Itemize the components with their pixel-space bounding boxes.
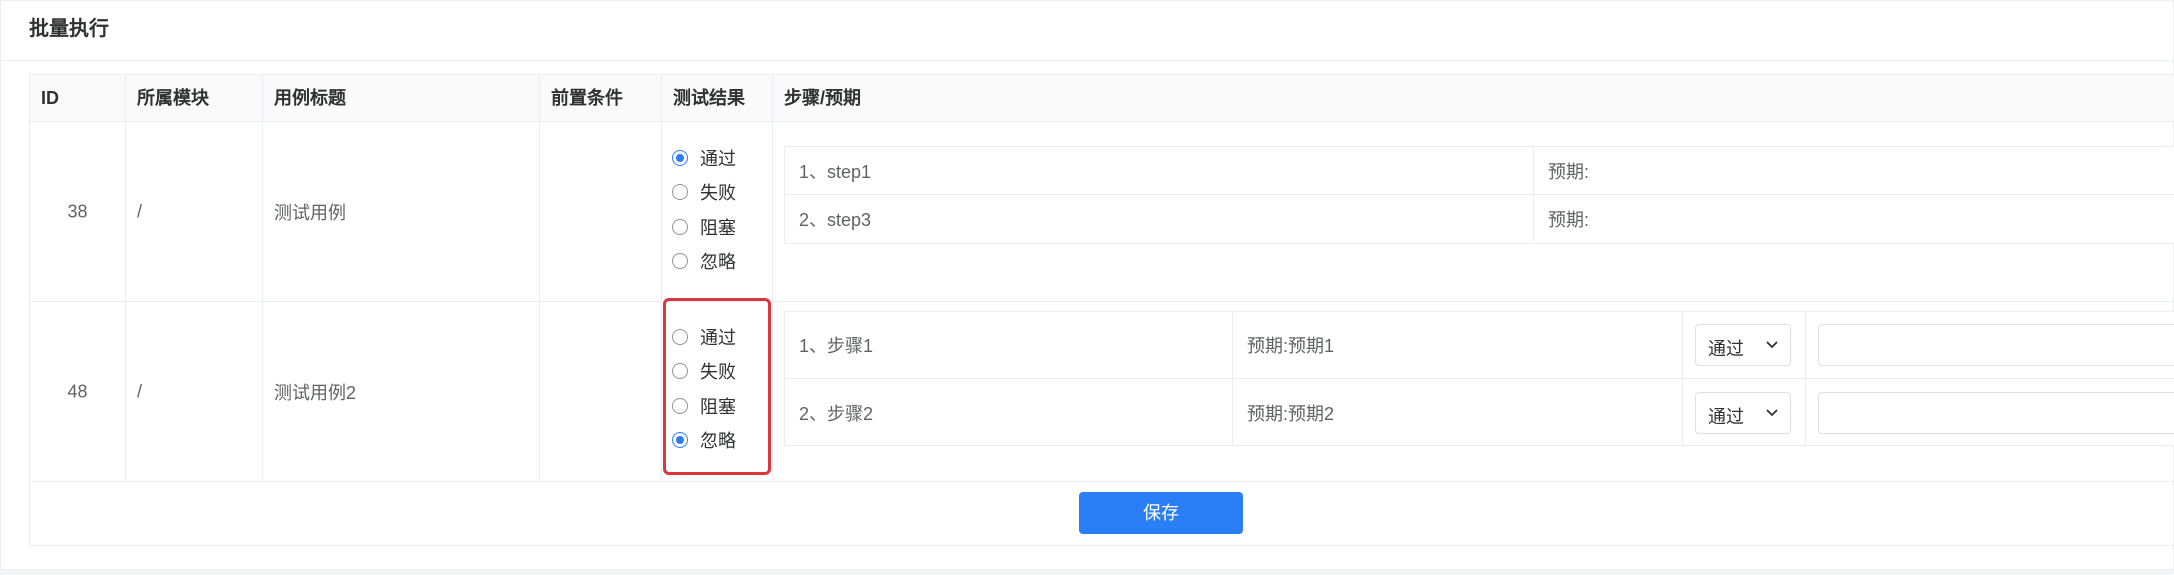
chevron-down-icon (1766, 341, 1778, 349)
radio-blocked[interactable]: 阻塞 (672, 389, 736, 423)
batch-execute-table: ID 所属模块 用例标题 前置条件 测试结果 步骤/预期 38 / 测试用例 通… (29, 74, 2174, 546)
header-module: 所属模块 (126, 75, 263, 122)
step-text: 2、step3 (799, 210, 872, 230)
table-row: 48 / 测试用例2 通过 失败 阻塞 忽略 1、步骤1 预期:预期1 通过 2… (30, 302, 2174, 482)
step-text: 1、step1 (799, 161, 872, 182)
radio-circle-icon[interactable] (672, 397, 688, 414)
radio-circle-icon[interactable] (672, 253, 688, 270)
steps-table: 1、step1 预期: 2、step3 预期: (784, 146, 2174, 244)
step-row: 2、步骤2 预期:预期2 通过 (785, 379, 2174, 446)
radio-skip[interactable]: 忽略 (672, 423, 736, 457)
radio-circle-icon[interactable] (672, 218, 688, 235)
header-id: ID (30, 75, 126, 122)
save-button[interactable]: 保存 (1079, 492, 1243, 534)
radio-skip[interactable]: 忽略 (672, 244, 736, 278)
result-cell: 通过 失败 阻塞 忽略 (662, 302, 773, 481)
panel-header: 批量执行 (1, 1, 2174, 61)
radio-pass[interactable]: 通过 (672, 320, 736, 354)
case-module: / (137, 201, 143, 221)
radio-circle-checked-icon[interactable] (672, 432, 688, 449)
case-module: / (137, 381, 143, 401)
step-row: 2、step3 预期: (785, 195, 2174, 243)
step-result-select[interactable]: 通过 (1695, 324, 1791, 366)
radio-fail[interactable]: 失败 (672, 354, 736, 388)
radio-circle-checked-icon[interactable] (672, 150, 688, 167)
case-title: 测试用例2 (274, 382, 357, 403)
result-cell: 通过 失败 阻塞 忽略 (662, 122, 773, 301)
table-footer: 保存 (30, 482, 2174, 546)
table-row: 38 / 测试用例 通过 失败 阻塞 忽略 1、step1 预期: 2、step… (30, 122, 2174, 302)
result-radio-group: 通过 失败 阻塞 忽略 (672, 320, 736, 457)
radio-pass[interactable]: 通过 (672, 141, 736, 175)
step-text: 2、步骤2 (799, 403, 874, 424)
steps-table: 1、步骤1 预期:预期1 通过 2、步骤2 预期:预期2 通过 (784, 311, 2174, 446)
chevron-down-icon (1766, 408, 1778, 416)
radio-circle-icon[interactable] (672, 363, 688, 380)
step-expected: 预期:预期1 (1247, 336, 1335, 356)
radio-circle-icon[interactable] (672, 184, 688, 201)
step-expected: 预期: (1548, 161, 1590, 182)
steps-cell: 1、步骤1 预期:预期1 通过 2、步骤2 预期:预期2 通过 (773, 302, 2174, 481)
header-result: 测试结果 (662, 75, 773, 122)
header-steps: 步骤/预期 (784, 88, 862, 108)
radio-blocked[interactable]: 阻塞 (672, 210, 736, 244)
page-title: 批量执行 (29, 18, 109, 40)
case-id: 48 (67, 381, 88, 401)
radio-fail[interactable]: 失败 (672, 175, 736, 209)
step-result-select[interactable]: 通过 (1695, 391, 1791, 434)
step-text: 1、步骤1 (799, 336, 874, 356)
header-precondition: 前置条件 (540, 75, 662, 122)
step-remark-input[interactable] (1818, 391, 2174, 434)
steps-cell: 1、step1 预期: 2、step3 预期: (773, 122, 2174, 301)
header-title: 用例标题 (263, 75, 540, 122)
case-title: 测试用例 (274, 202, 346, 223)
step-row: 1、步骤1 预期:预期1 通过 (785, 312, 2174, 379)
step-row: 1、step1 预期: (785, 147, 2174, 195)
case-id: 38 (67, 201, 88, 221)
step-expected: 预期:预期2 (1247, 403, 1335, 424)
step-expected: 预期: (1548, 210, 1590, 230)
step-remark-input[interactable] (1818, 324, 2174, 366)
result-radio-group: 通过 失败 阻塞 忽略 (672, 141, 736, 278)
table-header: ID 所属模块 用例标题 前置条件 测试结果 步骤/预期 (30, 75, 2174, 122)
batch-execute-panel: 批量执行 ID 所属模块 用例标题 前置条件 测试结果 步骤/预期 38 / 测… (0, 0, 2174, 570)
radio-circle-icon[interactable] (672, 329, 688, 346)
